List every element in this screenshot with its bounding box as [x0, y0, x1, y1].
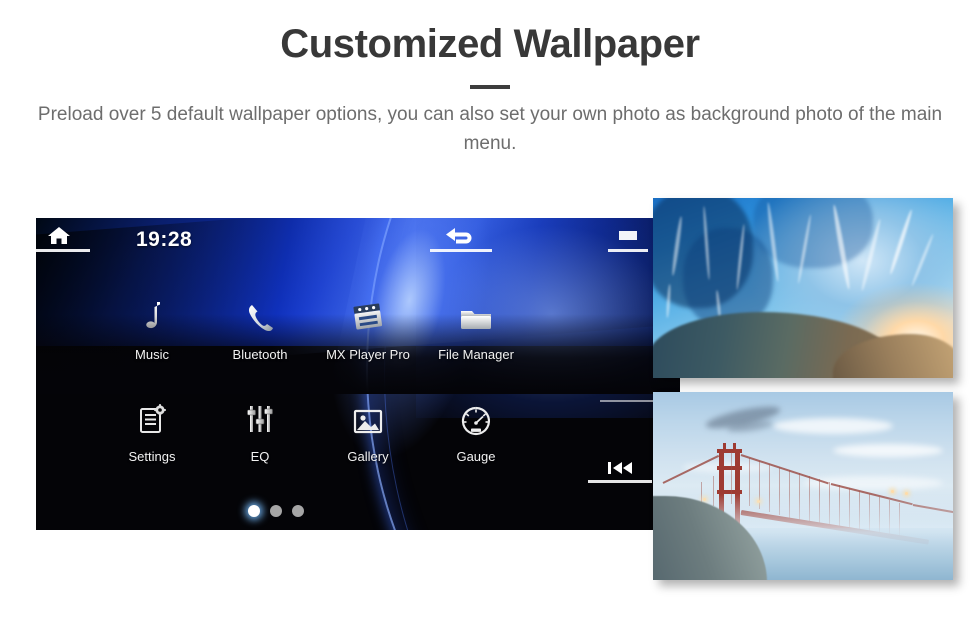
app-row-1: Music Bluetooth MX Player Pro File Manag…: [36, 300, 680, 362]
app-bluetooth[interactable]: Bluetooth: [206, 300, 314, 362]
app-music[interactable]: Music: [98, 300, 206, 362]
golden-gate-image: [653, 392, 953, 580]
clapperboard-icon: [351, 300, 385, 334]
app-settings[interactable]: Settings: [98, 402, 206, 464]
page-dot-1[interactable]: [248, 505, 260, 517]
app-label: EQ: [250, 449, 270, 464]
menu-icon: [619, 229, 637, 243]
bluetooth-phone-icon: [245, 300, 275, 334]
previous-track-icon: [605, 460, 635, 476]
media-previous-button[interactable]: [588, 455, 652, 483]
page-dot-3[interactable]: [292, 505, 304, 517]
app-label: File Manager: [438, 347, 514, 362]
page-dot-2[interactable]: [270, 505, 282, 517]
app-row-2: Settings EQ Gallery Gauge: [36, 402, 680, 464]
media-panel-divider: [600, 400, 658, 402]
app-label: Settings: [128, 449, 176, 464]
settings-document-gear-icon: [137, 402, 167, 436]
page-subtitle: Preload over 5 default wallpaper options…: [37, 104, 943, 154]
app-label: MX Player Pro: [326, 347, 410, 362]
app-file-manager[interactable]: File Manager: [422, 300, 530, 362]
status-clock: 19:28: [136, 228, 193, 251]
page-root: Customized Wallpaper Preload over 5 defa…: [0, 0, 980, 634]
page-title: Customized Wallpaper: [280, 22, 700, 66]
app-label: Music: [135, 347, 169, 362]
status-right-button[interactable]: [608, 222, 648, 252]
status-back-button[interactable]: [430, 222, 492, 252]
status-home-button[interactable]: [28, 222, 90, 252]
app-gallery[interactable]: Gallery: [314, 402, 422, 464]
app-label: Bluetooth: [232, 347, 288, 362]
equalizer-sliders-icon: [245, 402, 275, 436]
ice-cave-image: [653, 198, 953, 378]
home-icon: [46, 225, 72, 247]
back-arrow-icon: [444, 225, 478, 247]
app-gauge[interactable]: Gauge: [422, 402, 530, 464]
picture-icon: [352, 402, 384, 436]
golden-gate-bridge-wallpaper[interactable]: [653, 392, 953, 580]
ice-cave-wallpaper[interactable]: [653, 198, 953, 378]
app-label: Gallery: [347, 449, 389, 464]
app-label: Gauge: [456, 449, 496, 464]
page-indicator[interactable]: [248, 505, 304, 517]
app-eq[interactable]: EQ: [206, 402, 314, 464]
music-note-icon: [138, 300, 166, 334]
title-divider: [470, 85, 510, 89]
app-grid: Music Bluetooth MX Player Pro File Manag…: [36, 300, 680, 464]
folder-icon: [459, 300, 493, 334]
speedometer-icon: [460, 402, 492, 436]
app-mx-player-pro[interactable]: MX Player Pro: [314, 300, 422, 362]
